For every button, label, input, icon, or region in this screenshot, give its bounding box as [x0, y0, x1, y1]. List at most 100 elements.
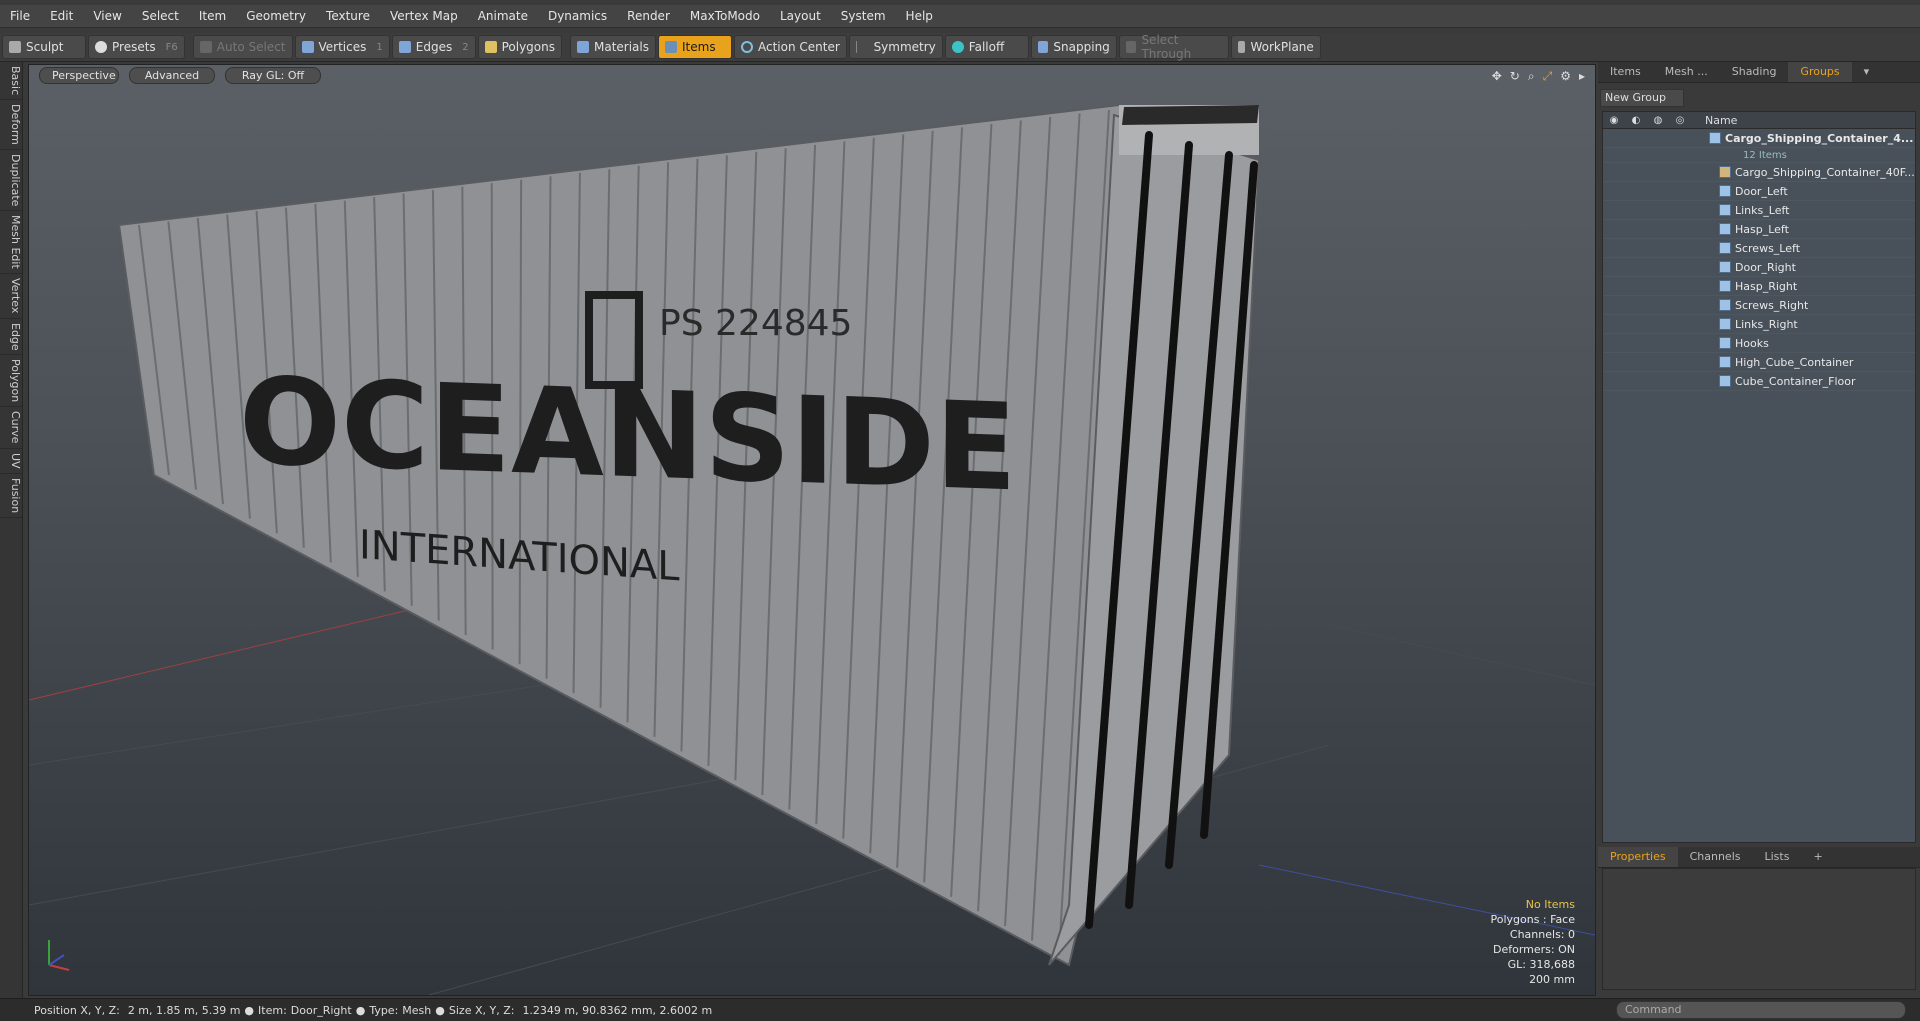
- 3d-viewport[interactable]: OCEANSIDE INTERNATIONAL PS 224845 Perspe…: [28, 64, 1596, 996]
- tab-items[interactable]: Items: [1598, 62, 1653, 82]
- menu-texture[interactable]: Texture: [316, 9, 380, 23]
- render-icon[interactable]: ◐: [1625, 115, 1647, 126]
- left-tool-tabs: Basic Deform Duplicate Mesh Edit Vertex …: [0, 62, 23, 1005]
- dropdown-icon[interactable]: ▾: [1852, 62, 1882, 82]
- selection-status: No Items: [1525, 898, 1575, 911]
- list-item[interactable]: Door_Left: [1603, 182, 1915, 201]
- tab-polygon[interactable]: Polygon: [0, 355, 22, 408]
- menu-geometry[interactable]: Geometry: [236, 9, 316, 23]
- tab-groups[interactable]: Groups: [1788, 62, 1852, 82]
- tab-deform[interactable]: Deform: [0, 100, 22, 151]
- tab-mesh-edit[interactable]: Mesh Edit: [0, 211, 22, 275]
- menu-dynamics[interactable]: Dynamics: [538, 9, 617, 23]
- menu-bar: File Edit View Select Item Geometry Text…: [0, 5, 1920, 28]
- tab-vertex[interactable]: Vertex: [0, 274, 22, 319]
- mesh-icon: [1719, 318, 1731, 330]
- list-item[interactable]: Hooks: [1603, 334, 1915, 353]
- falloff-button[interactable]: Falloff: [944, 35, 1029, 59]
- list-item[interactable]: Cube_Container_Floor: [1603, 372, 1915, 391]
- list-item[interactable]: Hasp_Right: [1603, 277, 1915, 296]
- position-label: Position X, Y, Z:: [34, 1003, 120, 1017]
- list-item[interactable]: Door_Right: [1603, 258, 1915, 277]
- list-item[interactable]: Screws_Left: [1603, 239, 1915, 258]
- add-tab-icon[interactable]: +: [1801, 847, 1834, 867]
- symmetry-button[interactable]: Symmetry: [848, 35, 943, 59]
- items-button[interactable]: Items: [658, 35, 732, 59]
- properties-panel: [1602, 868, 1916, 990]
- fit-view-icon[interactable]: ⤢: [1543, 69, 1553, 84]
- menu-system[interactable]: System: [831, 9, 896, 23]
- auto-select-button[interactable]: Auto Select: [192, 35, 293, 59]
- tab-shading[interactable]: Shading: [1720, 62, 1789, 82]
- menu-layout[interactable]: Layout: [770, 9, 831, 23]
- snapping-button[interactable]: Snapping: [1030, 35, 1117, 59]
- settings-icon[interactable]: ⚙: [1560, 69, 1571, 84]
- list-item[interactable]: Cargo_Shipping_Container_40F...: [1603, 163, 1915, 182]
- visibility-icon[interactable]: ◉: [1603, 115, 1625, 126]
- type-label: Type:: [369, 1003, 399, 1017]
- rotate-view-icon[interactable]: ↻: [1510, 69, 1520, 84]
- type-value: Mesh: [402, 1003, 432, 1017]
- perspective-dropdown[interactable]: Perspective: [39, 67, 119, 84]
- materials-button[interactable]: Materials: [569, 35, 656, 59]
- sculpt-button[interactable]: Sculpt: [2, 35, 86, 59]
- menu-select[interactable]: Select: [132, 9, 189, 23]
- presets-icon: [95, 41, 107, 53]
- move-view-icon[interactable]: ✥: [1492, 69, 1502, 84]
- list-item[interactable]: Links_Right: [1603, 315, 1915, 334]
- tab-lists[interactable]: Lists: [1753, 847, 1802, 867]
- menu-item[interactable]: Item: [189, 9, 236, 23]
- lock-icon[interactable]: ◍: [1647, 115, 1669, 126]
- workplane-icon: [1237, 41, 1246, 53]
- menu-edit[interactable]: Edit: [40, 9, 83, 23]
- menu-file[interactable]: File: [0, 9, 40, 23]
- presets-button[interactable]: Presets F6: [88, 35, 185, 59]
- menu-view[interactable]: View: [83, 9, 131, 23]
- list-item[interactable]: High_Cube_Container: [1603, 353, 1915, 372]
- edges-icon: [398, 41, 411, 53]
- tab-edge[interactable]: Edge: [0, 319, 22, 356]
- workplane-button[interactable]: WorkPlane: [1230, 35, 1321, 59]
- select-icon[interactable]: ◎: [1669, 115, 1691, 126]
- mesh-icon: [1719, 204, 1731, 216]
- gl-count: GL: 318,688: [1507, 958, 1575, 971]
- zoom-view-icon[interactable]: ⌕: [1528, 69, 1535, 84]
- list-item[interactable]: Hasp_Left: [1603, 220, 1915, 239]
- snapping-icon: [1037, 41, 1049, 53]
- vertices-button[interactable]: Vertices 1: [294, 35, 390, 59]
- menu-maxtomodo[interactable]: MaxToModo: [680, 9, 770, 23]
- list-item[interactable]: Links_Left: [1603, 201, 1915, 220]
- tab-fusion[interactable]: Fusion: [0, 474, 22, 518]
- deformers-status: Deformers: ON: [1493, 943, 1575, 956]
- tab-properties[interactable]: Properties: [1598, 847, 1678, 867]
- item-label: Item:: [258, 1003, 287, 1017]
- tab-uv[interactable]: UV: [0, 449, 22, 474]
- command-input[interactable]: Command: [1616, 1001, 1906, 1019]
- polygons-button[interactable]: Polygons: [477, 35, 562, 59]
- vertices-icon: [301, 41, 314, 53]
- menu-vertex-map[interactable]: Vertex Map: [380, 9, 468, 23]
- expand-icon[interactable]: ▸: [1579, 69, 1585, 84]
- edges-button[interactable]: Edges 2: [391, 35, 476, 59]
- shading-dropdown[interactable]: Advanced: [129, 67, 215, 84]
- menu-animate[interactable]: Animate: [468, 9, 538, 23]
- menu-help[interactable]: Help: [896, 9, 943, 23]
- tree-root-group[interactable]: Cargo_Shipping_Container_4...: [1603, 129, 1915, 148]
- falloff-icon: [951, 41, 964, 53]
- select-through-button[interactable]: Select Through: [1118, 33, 1229, 61]
- size-value: 1.2349 m, 90.8362 mm, 2.6002 m: [522, 1003, 713, 1017]
- new-group-button[interactable]: New Group: [1600, 89, 1684, 107]
- name-column-header: Name: [1705, 113, 1738, 127]
- tab-duplicate[interactable]: Duplicate: [0, 150, 22, 212]
- tab-channels[interactable]: Channels: [1678, 847, 1753, 867]
- mesh-icon: [1719, 261, 1731, 273]
- tab-curve[interactable]: Curve: [0, 407, 22, 449]
- tab-mesh[interactable]: Mesh ...: [1653, 62, 1720, 82]
- action-center-button[interactable]: Action Center: [734, 35, 847, 59]
- menu-render[interactable]: Render: [617, 9, 680, 23]
- materials-icon: [576, 41, 589, 53]
- right-panel: Items Mesh ... Shading Groups ▾ New Grou…: [1598, 62, 1920, 1005]
- tab-basic[interactable]: Basic: [0, 62, 22, 101]
- raygl-toggle[interactable]: Ray GL: Off: [225, 67, 321, 84]
- list-item[interactable]: Screws_Right: [1603, 296, 1915, 315]
